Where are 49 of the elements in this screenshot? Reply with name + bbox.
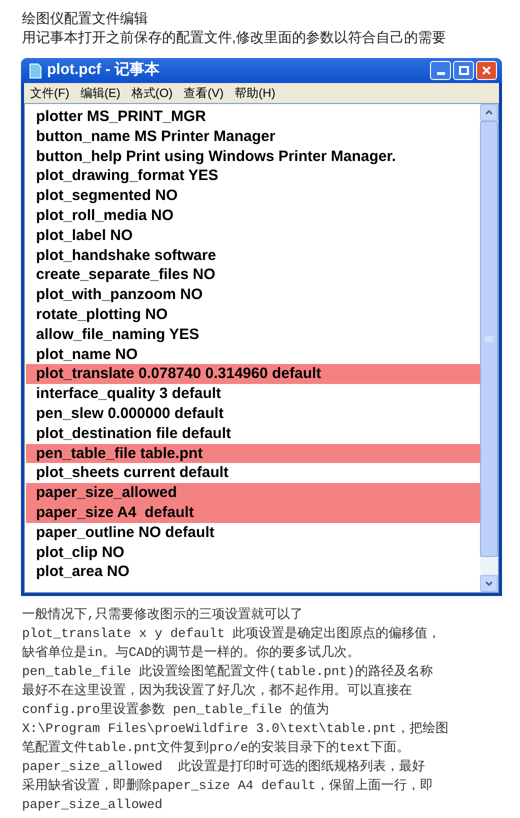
menu-item[interactable]: 帮助(H) — [234, 84, 276, 102]
menu-item[interactable]: 格式(O) — [131, 84, 173, 102]
note-text: 缺省单位是in。与CAD的调节是一样的。你的要多试几次。 — [22, 644, 362, 662]
note-text: plot_translate x y default 此项设置是确定出图原点的偏移值， — [22, 625, 442, 643]
text-line: button_name MS Printer Manager — [35, 126, 276, 147]
text-line: plot_name NO — [35, 344, 139, 364]
note-text: paper_size_allowed — [22, 796, 164, 814]
text-line: plot_clip NO — [35, 542, 126, 562]
menu-item[interactable]: 文件(F) — [30, 84, 70, 102]
note-text: pen_table_file 此设置绘图笔配置文件(table.pnt)的路径及名称 — [22, 663, 434, 681]
text-line: paper_outline NO default — [35, 522, 216, 543]
text-line: plot_drawing_format YES — [35, 166, 220, 186]
minimize-icon — [436, 72, 444, 75]
note-text: X:\Program Files\proeWildfire 3.0\text\table.pnt，把绘图 — [22, 720, 450, 738]
text-line: plot_with_panzoom NO — [35, 285, 204, 305]
text-line: plot_destination file default — [35, 424, 232, 444]
window-title: plot.pcf - 记事本 — [47, 60, 160, 80]
note-text: 采用缺省设置，即删除paper_size A4 default，保留上面一行，即 — [22, 777, 434, 795]
note-text: 一般情况下,只需要修改图示的三项设置就可以了 — [22, 606, 304, 624]
scroll-up-button[interactable] — [480, 104, 498, 121]
close-icon — [482, 66, 491, 75]
text-line: plot_segmented NO — [35, 186, 179, 206]
text-line: plot_roll_media NO — [35, 206, 175, 226]
text-line: rotate_plotting NO — [35, 304, 169, 325]
text-line: plot_area NO — [35, 562, 130, 582]
scroll-down-button[interactable] — [480, 575, 498, 592]
grip-icon — [485, 336, 493, 342]
note-text: 笔配置文件table.pnt文件复到pro/e的安装目录下的text下面。 — [22, 739, 410, 757]
text-line: plot_sheets current default — [35, 463, 230, 484]
note-text: config.pro里设置参数 pen_table_file 的值为 — [22, 701, 330, 719]
heading-text: 绘图仪配置文件编辑 — [22, 9, 149, 28]
text-line: button_help Print using Windows Printer Manager. — [35, 146, 397, 166]
text-line: create_separate_files NO — [35, 265, 216, 286]
menu-item[interactable]: 查看(V) — [184, 84, 224, 102]
text-line: plot_label NO — [35, 226, 134, 246]
maximize-icon — [458, 66, 468, 75]
text-line: interface_quality 3 default — [35, 384, 222, 404]
text-line: allow_file_naming YES — [35, 324, 200, 345]
note-text: paper_size_allowed 此设置是打印时可选的图纸规格列表，最好 — [22, 758, 426, 776]
notepad-icon — [28, 62, 42, 78]
minimize-button[interactable] — [430, 61, 451, 80]
text-line: plot_handshake software — [35, 246, 218, 266]
note-text: 最好不在这里设置，因为我设置了好几次，都不起作用。可以直接在 — [22, 682, 413, 700]
maximize-button[interactable] — [453, 61, 474, 80]
heading-text: 用记事本打开之前保存的配置文件,修改里面的参数以符合自己的需要 — [22, 28, 447, 47]
text-line: pen_slew 0.000000 default — [35, 404, 225, 424]
text-line: plotter MS_PRINT_MGR — [35, 107, 208, 127]
close-button[interactable] — [476, 61, 497, 80]
menu-item[interactable]: 编辑(E) — [80, 84, 120, 102]
